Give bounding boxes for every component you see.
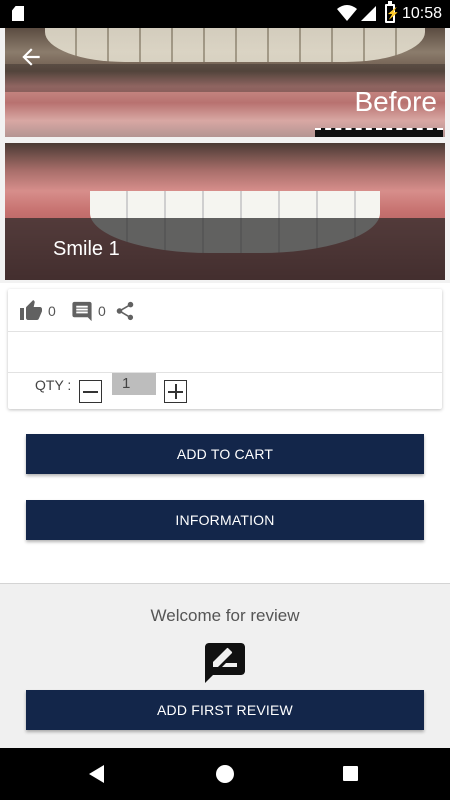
cell-signal-icon	[361, 6, 376, 21]
photo-caption: Smile 1	[53, 238, 120, 260]
description-row	[8, 332, 442, 373]
product-card: 0 0 QTY : 1	[8, 289, 442, 409]
add-first-review-button[interactable]: ADD FIRST REVIEW	[26, 690, 424, 730]
wifi-icon	[337, 5, 357, 21]
clock: 10:58	[402, 5, 443, 22]
nav-home-icon[interactable]	[216, 765, 234, 783]
add-to-cart-button[interactable]: ADD TO CART	[26, 434, 424, 474]
social-row: 0 0	[8, 289, 442, 332]
system-nav-bar	[0, 748, 450, 800]
battery-charging-icon: ⚡	[385, 1, 400, 23]
back-arrow-icon[interactable]	[18, 44, 44, 70]
sd-card-icon	[12, 6, 24, 21]
qty-label: QTY :	[35, 377, 72, 393]
gallery-hero: Before Smile 1	[0, 0, 450, 283]
status-bar: ⚡ 10:58	[0, 0, 450, 28]
review-welcome-text: Welcome for review	[150, 606, 300, 625]
qty-increment-button[interactable]	[164, 380, 187, 403]
before-label: Before	[354, 86, 438, 117]
rate-review-icon	[205, 643, 245, 683]
nav-recents-icon[interactable]	[343, 766, 358, 781]
share-icon[interactable]	[114, 299, 136, 323]
before-stripe	[315, 128, 443, 137]
comment-icon[interactable]	[70, 300, 94, 323]
qty-decrement-button[interactable]	[79, 380, 102, 403]
after-photo[interactable]: Smile 1	[5, 143, 445, 280]
qty-input[interactable]: 1	[112, 373, 156, 395]
like-count: 0	[48, 303, 56, 319]
thumbs-up-icon[interactable]	[18, 299, 44, 323]
comment-count: 0	[98, 303, 106, 319]
review-section: Welcome for review ADD FIRST REVIEW	[0, 583, 450, 748]
nav-back-icon[interactable]	[89, 765, 104, 783]
information-button[interactable]: INFORMATION	[26, 500, 424, 540]
